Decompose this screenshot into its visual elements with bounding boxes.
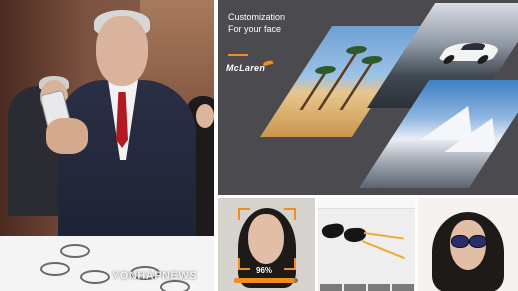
scan-frame-corner: [238, 208, 250, 220]
mclaren-logo: McLaren: [226, 63, 266, 73]
temple-arm: [361, 240, 406, 260]
background-woman-face: [196, 104, 214, 128]
sunglasses-lens: [469, 235, 487, 248]
glasses-configurator-screen: [318, 198, 415, 291]
headline-line-1: Customization: [228, 12, 286, 22]
hand: [46, 118, 88, 154]
sunglasses-lens: [451, 235, 469, 248]
sunglasses-lens: [320, 222, 346, 240]
scan-progress-bar: [234, 278, 298, 283]
configurator-header: [318, 198, 415, 209]
scan-frame-corner: [238, 258, 250, 270]
scan-progress-fill: [234, 278, 296, 283]
accent-divider: [228, 54, 248, 56]
configurator-option-button[interactable]: [344, 284, 366, 291]
man-head: [96, 16, 148, 86]
configurator-option-button[interactable]: [368, 284, 390, 291]
scan-progress-text: 96%: [256, 266, 273, 275]
scan-frame-corner: [284, 208, 296, 220]
scan-frame-corner: [284, 258, 296, 270]
eyeglasses-frame: [60, 244, 90, 258]
temple-arm: [363, 232, 404, 240]
promo-headline: Customization For your face: [228, 11, 285, 35]
mclaren-swoosh-icon: [262, 59, 274, 67]
eyeglasses-frame: [40, 262, 70, 276]
composite-image: YONHAPNEWS Customization For your face M…: [0, 0, 518, 291]
virtual-try-on-screen: [418, 198, 518, 291]
news-photo: YONHAPNEWS: [0, 0, 214, 291]
promo-banner: Customization For your face McLaren: [218, 0, 518, 195]
configurator-option-button[interactable]: [392, 284, 414, 291]
headline-line-2: For your face: [228, 24, 282, 34]
news-watermark: YONHAPNEWS: [112, 270, 198, 282]
try-on-header: [418, 198, 518, 208]
configurator-option-button[interactable]: [320, 284, 342, 291]
eyeglasses-frame: [80, 270, 110, 284]
